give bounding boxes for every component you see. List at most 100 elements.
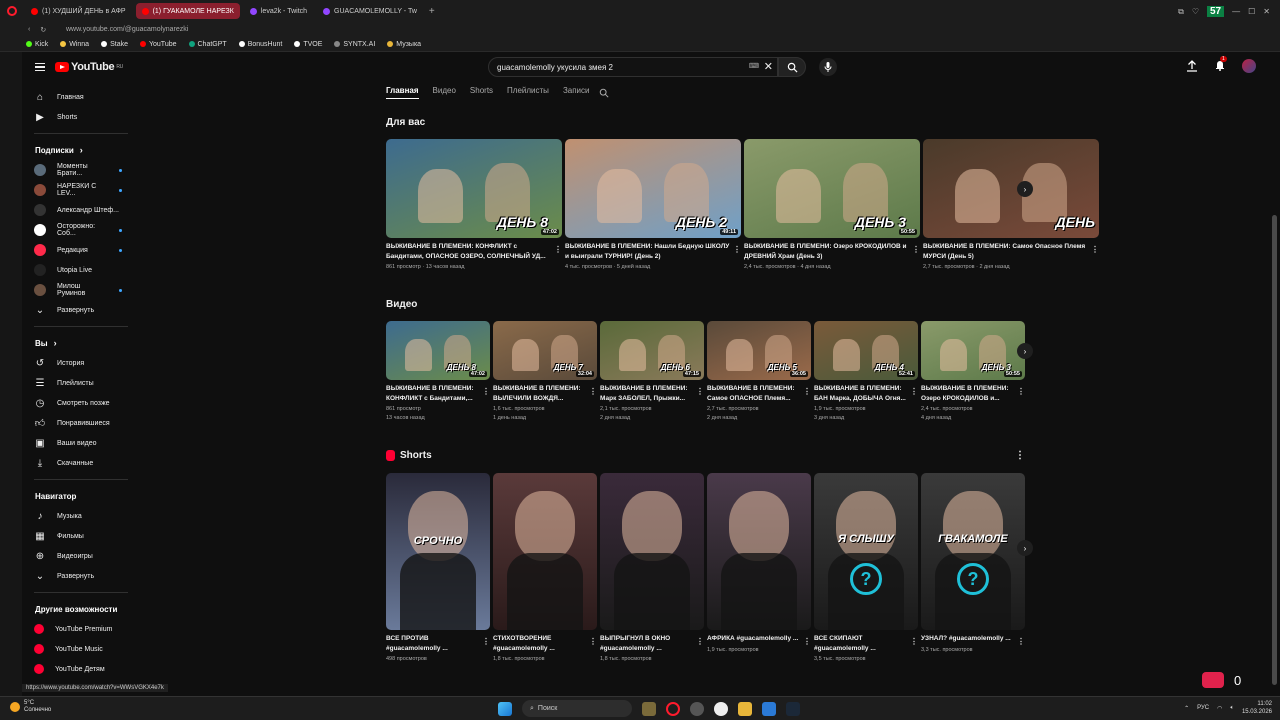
short-card[interactable]: ГВАКАМОЛЕ? УЗНАЛ? #guacamolemolly ... ⋮ 3,3… xyxy=(921,473,1025,655)
channel-search-icon[interactable] xyxy=(599,88,609,98)
language-indicator[interactable]: РУС xyxy=(1197,705,1209,711)
channel-tab[interactable]: Shorts xyxy=(470,86,493,99)
short-thumbnail[interactable]: СРОЧНО xyxy=(386,473,490,630)
sidebar-item[interactable]: ▣ Ваши видео xyxy=(22,433,140,453)
video-title[interactable]: ВЫЖИВАНИЕ В ПЛЕМЕНИ: Самое ОПАСНОЕ Племя… xyxy=(707,384,811,403)
voice-search-button[interactable] xyxy=(819,58,837,76)
clear-search-icon[interactable]: ✕ xyxy=(764,60,773,73)
short-card[interactable]: АФРИКА #guacamolemolly ... ⋮ 1,9 тыс. прос… xyxy=(707,473,811,655)
bookmark-item[interactable]: BonusHunt xyxy=(238,41,282,48)
video-thumbnail[interactable]: ДЕНЬ 8 47:02 xyxy=(386,139,562,238)
browser-tab[interactable]: (1) ХУДШИЙ ДЕНЬ в АФР xyxy=(25,3,132,19)
opera-logo-icon[interactable] xyxy=(7,6,17,16)
channel-tab[interactable]: Записи xyxy=(563,86,590,99)
windows-start-icon[interactable] xyxy=(498,701,512,716)
reload-icon[interactable]: ↻ xyxy=(40,26,46,34)
sidebar-item[interactable]: ☰ Плейлисты xyxy=(22,373,140,393)
sidebar-item[interactable]: ⤓ Скачанные xyxy=(22,453,140,473)
sidebar-subscription[interactable]: Utopia Live xyxy=(22,260,140,280)
sidebar-item[interactable]: ⌂ Главная xyxy=(22,87,140,107)
more-options-icon[interactable]: ⋮ xyxy=(733,245,741,254)
bookmark-item[interactable]: SYNTX.AI xyxy=(334,41,375,48)
weather-widget[interactable]: 5°C Солнечно xyxy=(10,700,51,714)
more-options-icon[interactable]: ⋮ xyxy=(910,387,918,396)
opera-taskbar-icon[interactable] xyxy=(666,701,680,716)
sidebar-item[interactable]: ⌄ Развернуть xyxy=(22,566,140,586)
video-title[interactable]: ВЫЖИВАНИЕ В ПЛЕМЕНИ: БАН Марка, ДОБЫЧА О… xyxy=(814,384,918,403)
short-title[interactable]: АФРИКА #guacamolemolly ... xyxy=(707,634,811,644)
channel-tab[interactable]: Видео xyxy=(433,86,456,99)
folder-taskbar-icon[interactable] xyxy=(738,701,752,716)
notification-counter[interactable]: 57 xyxy=(1207,6,1225,17)
volume-icon[interactable]: 🔈︎ xyxy=(1230,705,1234,712)
video-title[interactable]: ВЫЖИВАНИЕ В ПЛЕМЕНИ: ВЫЛЕЧИЛИ ВОЖДЯ... xyxy=(493,384,597,403)
video-card[interactable]: ДЕНЬ 3 50:55 ВЫЖИВАНИЕ В ПЛЕМЕНИ: Озеро КР… xyxy=(744,139,920,272)
bookmark-item[interactable]: TVOE xyxy=(294,41,322,48)
shorts-heading[interactable]: Shorts xyxy=(386,450,432,461)
short-thumbnail[interactable] xyxy=(493,473,597,630)
notifications-button[interactable]: 1 xyxy=(1214,56,1227,73)
video-title[interactable]: ВЫЖИВАНИЕ В ПЛЕМЕНИ: КОНФЛИКТ с Бандитам… xyxy=(386,242,562,261)
video-thumbnail[interactable]: ДЕНЬ 7 32:04 xyxy=(493,321,597,380)
sidebar-item[interactable]: ◷ Смотреть позже xyxy=(22,393,140,413)
video-thumbnail[interactable]: ДЕНЬ 3 50:55 xyxy=(744,139,920,238)
extensions-icon[interactable]: ⧉ xyxy=(1178,7,1184,17)
subscriptions-heading[interactable]: Подписки › xyxy=(22,140,140,160)
more-options-icon[interactable]: ⋮ xyxy=(912,245,920,254)
sidebar-item[interactable]: 👍︎ Понравившиеся xyxy=(22,413,140,433)
more-options-icon[interactable]: ⋮ xyxy=(589,637,597,646)
video-card[interactable]: ДЕНЬ 8 47:02 ВЫЖИВАНИЕ В ПЛЕМЕНИ: КОНФЛИКТ… xyxy=(386,139,562,272)
widget-icon[interactable] xyxy=(642,701,656,716)
sidebar-subscription[interactable]: ⌄ Развернуть xyxy=(22,300,140,320)
video-thumbnail[interactable]: ДЕНЬ 4 52:41 xyxy=(814,321,918,380)
sidebar-subscription[interactable]: Осторожно: Соб... xyxy=(22,220,140,240)
short-thumbnail[interactable] xyxy=(707,473,811,630)
sidebar-subscription[interactable]: Редакция xyxy=(22,240,140,260)
short-title[interactable]: ВСЕ ПРОТИВ #guacamolemolly ... xyxy=(386,634,490,653)
shorts-next-button[interactable]: › xyxy=(1017,540,1033,556)
avatar[interactable] xyxy=(1242,59,1256,73)
bookmark-item[interactable]: YouTube xyxy=(139,41,177,48)
sidebar-item[interactable]: ⊕ Видеоигры xyxy=(22,546,140,566)
wifi-icon[interactable]: ◠ xyxy=(1217,705,1222,712)
bookmark-item[interactable]: ChatGPT xyxy=(188,41,227,48)
short-title[interactable]: ВСЕ СКИПАЮТ #guacamolemolly ... xyxy=(814,634,918,653)
more-options-icon[interactable]: ⋮ xyxy=(554,245,562,254)
more-options-icon[interactable]: ⋮ xyxy=(910,637,918,646)
video-thumbnail[interactable]: ДЕНЬ 6 47:15 xyxy=(600,321,704,380)
video-card[interactable]: ДЕНЬ 5 36:05 ВЫЖИВАНИЕ В ПЛЕМЕНИ: Самое ОП… xyxy=(707,321,811,423)
short-card[interactable]: ВЫПРЫГНУЛ В ОКНО #guacamolemolly ... ⋮ 1,8… xyxy=(600,473,704,664)
url-field[interactable]: www.youtube.com/@guacamolynarezki xyxy=(66,26,188,33)
maximize-icon[interactable]: ☐ xyxy=(1248,7,1255,16)
short-thumbnail[interactable] xyxy=(600,473,704,630)
upload-icon[interactable] xyxy=(1186,60,1198,72)
more-options-icon[interactable]: ⋮ xyxy=(1017,637,1025,646)
video-title[interactable]: ВЫЖИВАНИЕ В ПЛЕМЕНИ: Нашли Бедную ШКОЛУ … xyxy=(565,242,741,261)
videos-next-button[interactable]: › xyxy=(1017,343,1033,359)
channel-tab[interactable]: Плейлисты xyxy=(507,86,549,99)
video-thumbnail[interactable]: ДЕНЬ 3 50:55 xyxy=(921,321,1025,380)
more-options-icon[interactable]: ⋮ xyxy=(696,387,704,396)
yandex-taskbar-icon[interactable] xyxy=(714,701,728,716)
back-icon[interactable]: ‹ xyxy=(28,26,30,34)
more-options-icon[interactable]: ⋮ xyxy=(589,387,597,396)
more-options-icon[interactable]: ⋮ xyxy=(482,387,490,396)
video-card[interactable]: ДЕНЬ 7 32:04 ВЫЖИВАНИЕ В ПЛЕМЕНИ: ВЫЛЕЧИЛИ… xyxy=(493,321,597,423)
youtube-logo[interactable]: YouTube RU xyxy=(55,61,123,73)
you-heading[interactable]: Вы › xyxy=(22,333,140,353)
short-card[interactable]: Я СЛЫШУ? ВСЕ СКИПАЮТ #guacamolemolly ... ⋮… xyxy=(814,473,918,664)
new-tab-button[interactable]: + xyxy=(429,6,435,17)
bookmark-item[interactable]: Kick xyxy=(26,41,48,48)
videos-heading[interactable]: Видео xyxy=(386,299,417,310)
browser-tab[interactable]: GUACAMOLEMOLLY - Tw xyxy=(317,3,423,19)
keyboard-icon[interactable]: ⌨ xyxy=(749,62,759,70)
page-scrollbar[interactable] xyxy=(1272,215,1277,685)
video-title[interactable]: ВЫЖИВАНИЕ В ПЛЕМЕНИ: Марк ЗАБОЛЕЛ, Прыжк… xyxy=(600,384,704,403)
bookmark-item[interactable]: Winna xyxy=(60,41,89,48)
video-card[interactable]: ДЕНЬ 6 47:15 ВЫЖИВАНИЕ В ПЛЕМЕНИ: Марк ЗАБ… xyxy=(600,321,704,423)
sidebar-item[interactable]: ♪ Музыка xyxy=(22,506,140,526)
more-options-icon[interactable]: ⋮ xyxy=(1017,387,1025,396)
steam-taskbar-icon[interactable] xyxy=(786,701,800,716)
video-card[interactable]: ДЕНЬ 2 49:11 ВЫЖИВАНИЕ В ПЛЕМЕНИ: Нашли Бе… xyxy=(565,139,741,272)
more-options-icon[interactable]: ⋮ xyxy=(803,387,811,396)
